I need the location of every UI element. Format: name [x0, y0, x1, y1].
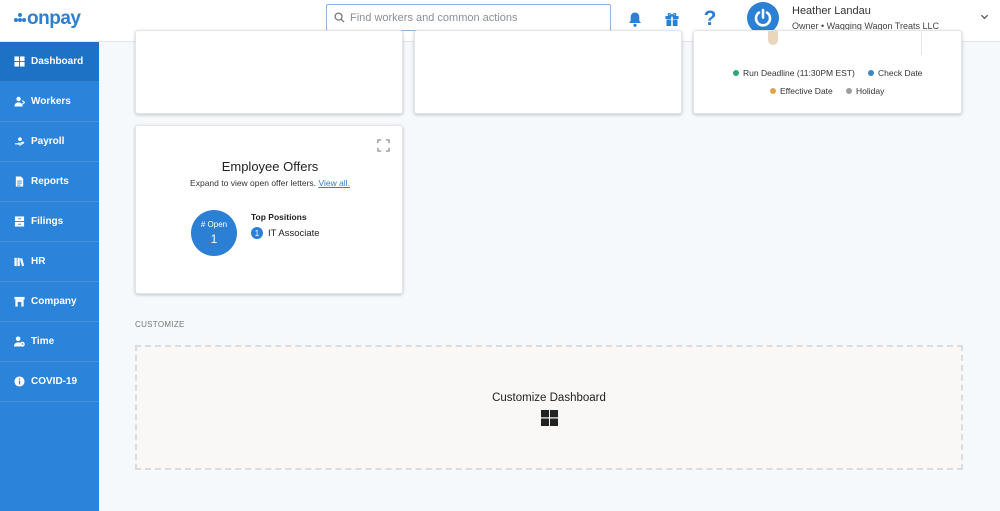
legend-dot — [770, 88, 776, 94]
legend-label: Holiday — [856, 86, 885, 96]
position-item: 1 IT Associate — [251, 227, 320, 239]
legend-dot — [846, 88, 852, 94]
position-name: IT Associate — [268, 227, 320, 239]
dashboard-card-2 — [414, 30, 682, 114]
sidebar-item-label: Time — [31, 336, 55, 347]
open-label: # Open — [200, 220, 228, 229]
sidebar-item-company[interactable]: Company — [0, 282, 99, 322]
sidebar-item-label: Filings — [31, 216, 64, 227]
sidebar-item-payroll[interactable]: Payroll — [0, 122, 99, 162]
open-count-badge: # Open 1 — [191, 210, 237, 256]
chevron-down-icon[interactable] — [980, 12, 989, 21]
calendar-day-marker — [768, 31, 778, 45]
customize-section-label: CUSTOMIZE — [135, 320, 185, 329]
sidebar-item-label: Workers — [31, 96, 71, 107]
dashboard-card-1 — [135, 30, 403, 114]
sidebar-item-time[interactable]: Time — [0, 322, 99, 362]
legend-dot — [868, 70, 874, 76]
info-icon — [14, 376, 25, 387]
sidebar: Dashboard Workers Payroll Reports Filing… — [0, 42, 99, 511]
logo-dots-icon — [14, 13, 26, 23]
search-icon — [334, 12, 345, 23]
sidebar-item-label: Reports — [31, 176, 69, 187]
help-button[interactable]: ? — [700, 7, 720, 30]
customize-dashboard-button[interactable]: Customize Dashboard — [135, 345, 963, 470]
offers-subtitle-text: Expand to view open offer letters. — [190, 178, 317, 188]
legend-run-deadline: Run Deadline (11:30PM EST) — [733, 68, 855, 78]
sidebar-item-covid-19[interactable]: COVID-19 — [0, 362, 99, 402]
user-name: Heather Landau — [792, 5, 871, 17]
sidebar-item-label: Payroll — [31, 136, 65, 147]
company-icon — [14, 296, 25, 307]
expand-icon[interactable] — [377, 139, 390, 152]
calendar-divider — [921, 31, 922, 55]
help-icon: ? — [703, 7, 717, 30]
sidebar-item-dashboard[interactable]: Dashboard — [0, 42, 99, 82]
workers-icon — [14, 96, 25, 107]
sidebar-item-label: HR — [31, 256, 46, 267]
sidebar-item-label: Dashboard — [31, 56, 84, 67]
notifications-button[interactable] — [625, 9, 645, 29]
gift-button[interactable] — [662, 9, 682, 29]
legend-check-date: Check Date — [868, 68, 922, 78]
legend-effective-date: Effective Date — [770, 86, 833, 96]
position-rank-badge: 1 — [251, 227, 263, 239]
sidebar-item-reports[interactable]: Reports — [0, 162, 99, 202]
offers-title: Employee Offers — [221, 159, 319, 174]
onpay-logo[interactable]: onpay — [14, 8, 81, 30]
legend-label: Effective Date — [780, 86, 833, 96]
logo-text: onpay — [27, 8, 81, 29]
bell-icon — [629, 12, 641, 27]
grid-icon — [541, 410, 558, 426]
top-positions-title: Top Positions — [251, 212, 307, 222]
legend-dot — [733, 70, 739, 76]
sidebar-item-workers[interactable]: Workers — [0, 82, 99, 122]
sidebar-item-label: COVID-19 — [31, 376, 78, 387]
search-input[interactable] — [350, 11, 590, 24]
hr-icon — [14, 257, 25, 267]
search-box[interactable] — [326, 4, 611, 31]
legend-label: Check Date — [878, 68, 923, 78]
sidebar-item-label: Company — [31, 296, 77, 307]
customize-dashboard-label: Customize Dashboard — [492, 392, 606, 404]
time-icon — [14, 336, 25, 347]
filings-icon — [14, 216, 25, 227]
offers-subtitle: Expand to view open offer letters. View … — [136, 178, 404, 188]
sidebar-item-filings[interactable]: Filings — [0, 202, 99, 242]
gift-icon — [665, 12, 679, 26]
dashboard-icon — [14, 56, 25, 67]
calendar-card: Run Deadline (11:30PM EST) Check Date Ef… — [693, 30, 962, 114]
power-icon — [754, 8, 772, 27]
employee-offers-card: Employee Offers Expand to view open offe… — [135, 125, 403, 294]
legend-holiday: Holiday — [846, 86, 884, 96]
payroll-icon — [14, 137, 25, 146]
reports-icon — [15, 176, 24, 187]
sidebar-item-hr[interactable]: HR — [0, 242, 99, 282]
legend-label: Run Deadline (11:30PM EST) — [743, 68, 855, 78]
view-all-link[interactable]: View all. — [318, 178, 350, 188]
open-count: 1 — [210, 232, 218, 246]
